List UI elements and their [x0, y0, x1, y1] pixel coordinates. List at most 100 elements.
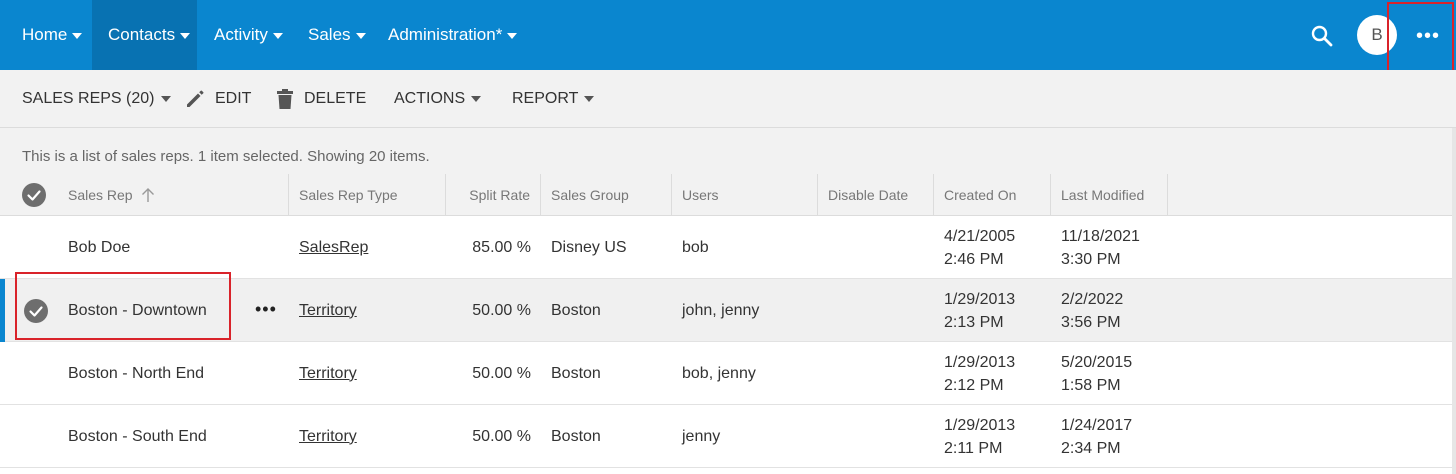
column-header-sales-group-label: Sales Group	[551, 187, 629, 203]
sales-rep-type-link[interactable]: SalesRep	[299, 239, 368, 257]
cell-sales-rep-type: Territory	[299, 405, 357, 468]
column-header-disable-date[interactable]: Disable Date	[818, 174, 934, 216]
created-time: 2:11 PM	[944, 439, 1003, 457]
column-header-split-rate[interactable]: Split Rate	[446, 174, 541, 216]
pencil-icon	[184, 88, 206, 110]
cell-split-rate: 50.00 %	[472, 301, 531, 319]
sales-rep-type-link[interactable]: Territory	[299, 428, 357, 446]
selection-indicator	[0, 279, 5, 342]
cell-created-on: 1/29/2013 2:13 PM	[944, 279, 1015, 342]
cell-users: bob	[682, 238, 709, 256]
sales-rep-type-link[interactable]: Territory	[299, 365, 357, 383]
column-header-sales-rep[interactable]: Sales Rep	[68, 174, 289, 216]
column-header-sales-rep-label: Sales Rep	[68, 187, 133, 203]
nav-activity-label: Activity	[214, 25, 268, 44]
column-header-split-rate-label: Split Rate	[469, 187, 530, 203]
cell-users: bob, jenny	[682, 364, 756, 382]
table-row[interactable]: Boston - South End Territory 50.00 % Bos…	[0, 405, 1456, 468]
view-selector-label: SALES REPS (20)	[22, 90, 155, 107]
chevron-down-icon	[507, 33, 518, 39]
modified-time: 3:30 PM	[1061, 250, 1121, 268]
modified-time: 2:34 PM	[1061, 439, 1121, 457]
modified-date: 1/24/2017	[1061, 416, 1133, 434]
column-header-created-on[interactable]: Created On	[934, 174, 1051, 216]
selection-info-text: This is a list of sales reps. 1 item sel…	[22, 148, 430, 165]
info-area: This is a list of sales reps. 1 item sel…	[0, 128, 1456, 174]
modified-date: 5/20/2015	[1061, 353, 1133, 371]
created-date: 1/29/2013	[944, 416, 1016, 434]
cell-users: john, jenny	[682, 301, 760, 319]
cell-created-on: 4/21/2005 2:46 PM	[944, 216, 1015, 279]
sales-rep-type-link[interactable]: Territory	[299, 302, 357, 320]
cell-last-modified: 5/20/2015 1:58 PM	[1061, 342, 1132, 405]
cell-sales-group: Boston	[551, 301, 601, 319]
column-header-disable-date-label: Disable Date	[828, 187, 909, 203]
created-time: 2:12 PM	[944, 376, 1004, 394]
chevron-down-icon	[72, 33, 83, 39]
chevron-down-icon	[272, 33, 283, 39]
cell-sales-group: Disney US	[551, 238, 627, 256]
actions-menu-button[interactable]: ACTIONS	[394, 70, 482, 128]
nav-sales-label: Sales	[308, 25, 351, 44]
cell-sales-rep: Boston - North End	[68, 364, 205, 382]
column-header-last-modified[interactable]: Last Modified	[1051, 174, 1168, 216]
edit-label: EDIT	[215, 90, 252, 107]
search-icon[interactable]	[1310, 24, 1334, 48]
nav-home[interactable]: Home	[0, 0, 92, 70]
column-header-sales-rep-type[interactable]: Sales Rep Type	[289, 174, 446, 216]
cell-sales-rep-type: Territory	[299, 342, 357, 405]
chevron-down-icon	[160, 96, 171, 102]
vertical-scrollbar[interactable]	[1452, 128, 1456, 474]
cell-sales-group: Boston	[551, 364, 601, 382]
grid-header: Sales Rep Sales Rep Type Split Rate Sale…	[0, 174, 1456, 216]
created-date: 1/29/2013	[944, 290, 1016, 308]
modified-time: 1:58 PM	[1061, 376, 1121, 394]
view-selector-button[interactable]: SALES REPS (20)	[22, 70, 171, 128]
nav-administration[interactable]: Administration*	[372, 0, 531, 70]
cell-sales-rep-type: Territory	[299, 279, 357, 342]
modified-time: 3:56 PM	[1061, 313, 1121, 331]
cell-split-rate: 50.00 %	[472, 364, 531, 382]
chevron-down-icon	[471, 96, 482, 102]
nav-activity[interactable]: Activity	[197, 0, 297, 70]
nav-administration-label: Administration*	[388, 25, 503, 44]
chevron-down-icon	[355, 33, 366, 39]
delete-button[interactable]: DELETE	[275, 70, 366, 128]
actions-label: ACTIONS	[394, 90, 466, 107]
nav-contacts[interactable]: Contacts	[92, 0, 197, 70]
table-row[interactable]: Boston - North End Territory 50.00 % Bos…	[0, 342, 1456, 405]
cell-last-modified: 2/2/2022 3:56 PM	[1061, 279, 1123, 342]
select-all-checkbox[interactable]	[22, 183, 46, 207]
column-header-users[interactable]: Users	[672, 174, 818, 216]
trash-icon	[275, 88, 295, 110]
cell-sales-rep: Boston - South End	[68, 427, 207, 445]
created-date: 4/21/2005	[944, 227, 1016, 245]
row-more-options-icon[interactable]: •••	[255, 299, 277, 320]
column-header-sales-rep-type-label: Sales Rep Type	[299, 187, 398, 203]
cell-last-modified: 11/18/2021 3:30 PM	[1061, 216, 1140, 279]
created-time: 2:13 PM	[944, 313, 1004, 331]
chevron-down-icon	[180, 33, 191, 39]
cell-users: jenny	[682, 427, 721, 445]
cell-split-rate: 50.00 %	[472, 427, 531, 445]
highlight-box-selected-row	[15, 272, 231, 340]
cell-split-rate: 85.00 %	[472, 238, 531, 256]
created-date: 1/29/2013	[944, 353, 1016, 371]
column-header-created-on-label: Created On	[944, 187, 1017, 203]
nav-contacts-label: Contacts	[108, 25, 176, 44]
column-header-sales-group[interactable]: Sales Group	[541, 174, 672, 216]
toolbar: SALES REPS (20) EDIT DELETE ACTIONS REPO…	[0, 70, 1456, 128]
modified-date: 11/18/2021	[1061, 227, 1140, 245]
nav-home-label: Home	[22, 25, 68, 44]
modified-date: 2/2/2022	[1061, 290, 1124, 308]
table-row[interactable]: Bob Doe SalesRep 85.00 % Disney US bob 4…	[0, 216, 1456, 279]
nav-sales[interactable]: Sales	[292, 0, 380, 70]
cell-created-on: 1/29/2013 2:11 PM	[944, 405, 1015, 468]
edit-button[interactable]: EDIT	[184, 70, 251, 128]
report-menu-button[interactable]: REPORT	[512, 70, 595, 128]
cell-sales-group: Boston	[551, 427, 601, 445]
cell-sales-rep: Bob Doe	[68, 238, 131, 256]
sort-ascending-icon	[141, 188, 154, 202]
chevron-down-icon	[584, 96, 595, 102]
created-time: 2:46 PM	[944, 250, 1004, 268]
